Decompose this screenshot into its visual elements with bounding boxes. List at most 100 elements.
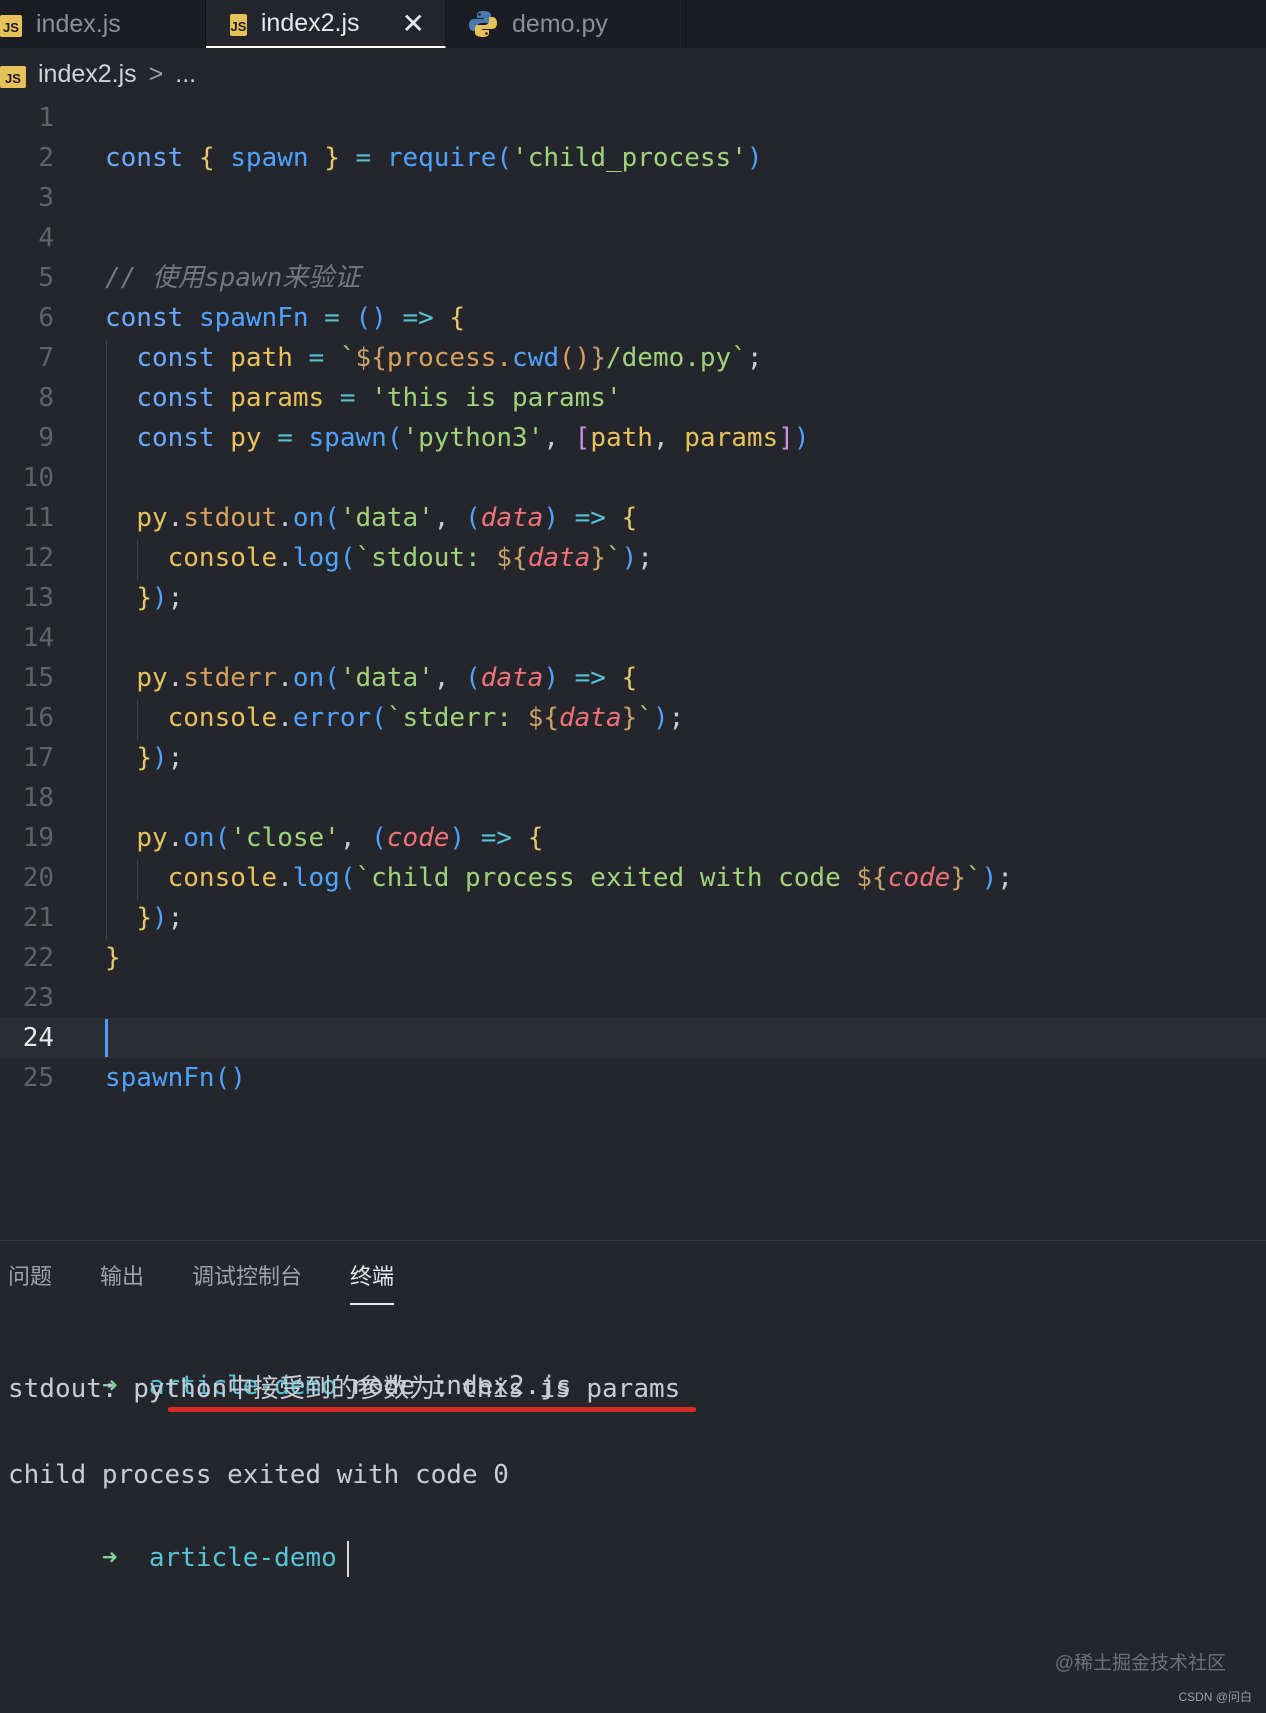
code-line[interactable]: 24: [0, 1018, 1266, 1058]
code-line[interactable]: 6 const spawnFn = () => {: [0, 298, 1266, 338]
tab-label: index.js: [36, 9, 121, 38]
terminal-prompt-line: ➜ article-demo: [8, 1498, 349, 1577]
code-line[interactable]: 18: [0, 778, 1266, 818]
code-editor[interactable]: 1 2 const { spawn } = require('child_proce…: [0, 96, 1266, 1096]
code-text: const { spawn } = require('child_process…: [105, 143, 763, 173]
terminal-stdout-line: stdout: python中接受到的参数为：this is params: [8, 1374, 681, 1404]
line-number: 15: [22, 663, 54, 693]
line-number: 4: [38, 223, 54, 253]
code-text: const py = spawn('python3', [path, param…: [136, 423, 810, 453]
text-cursor: [105, 1019, 108, 1057]
code-line[interactable]: 21 });: [0, 898, 1266, 938]
code-line[interactable]: 22}: [0, 938, 1266, 978]
code-line[interactable]: 17 });: [0, 738, 1266, 778]
line-number: 2: [38, 143, 54, 173]
breadcrumb-more[interactable]: ...: [175, 60, 196, 89]
code-text: py.stderr.on('data', (data) => {: [136, 663, 638, 693]
code-text: // 使用spawn来验证: [105, 263, 361, 293]
code-line[interactable]: 3: [0, 178, 1266, 218]
code-line[interactable]: 14: [0, 618, 1266, 658]
line-number: 1: [38, 103, 54, 133]
code-line[interactable]: 20 console.log(`child process exited wit…: [0, 858, 1266, 898]
red-underline-annotation: [168, 1407, 696, 1412]
indent-guide: [137, 700, 138, 740]
code-text: py.on('close', (code) => {: [136, 823, 544, 853]
watermark-small: CSDN @问白: [1178, 1690, 1252, 1704]
line-number: 19: [22, 823, 54, 853]
line-number: 7: [38, 343, 54, 373]
tab-demo-py[interactable]: demo.py: [446, 0, 686, 48]
tab-label: demo.py: [512, 9, 608, 38]
tab-debug-console[interactable]: 调试控制台: [192, 1259, 302, 1303]
indent-guide: [106, 340, 107, 940]
code-line[interactable]: 15 py.stderr.on('data', (data) => {: [0, 658, 1266, 698]
js-file-icon: JS: [0, 15, 22, 37]
code-line[interactable]: 5 // 使用spawn来验证: [0, 258, 1266, 298]
code-line[interactable]: 9 const py = spawn('python3', [path, par…: [0, 418, 1266, 458]
code-line[interactable]: 10: [0, 458, 1266, 498]
tab-label: index2.js: [260, 8, 360, 37]
code-line[interactable]: 12 console.log(`stdout: ${data}`);: [0, 538, 1266, 578]
line-number: 9: [38, 423, 54, 453]
code-text: const spawnFn = () => {: [105, 303, 466, 333]
line-number: 3: [38, 183, 54, 213]
line-number: 6: [38, 303, 54, 333]
breadcrumb-file[interactable]: index2.js: [38, 60, 137, 89]
line-number: 20: [22, 863, 54, 893]
chevron-right-icon: >: [148, 59, 164, 88]
code-line[interactable]: 13 });: [0, 578, 1266, 618]
indent-guide: [137, 860, 138, 900]
code-text: console.error(`stderr: ${data}`);: [167, 703, 685, 733]
line-number: 11: [22, 503, 54, 533]
indent-guide: [137, 540, 138, 580]
line-number: 14: [22, 623, 54, 653]
breadcrumb: JS index2.js > ...: [0, 52, 196, 96]
terminal-cursor: [346, 1540, 349, 1577]
line-number: 13: [22, 583, 54, 613]
tab-problems[interactable]: 问题: [8, 1259, 52, 1303]
line-number: 22: [22, 943, 54, 973]
code-text: const params = 'this is params': [136, 383, 622, 413]
line-number: 24: [22, 1023, 54, 1053]
editor-tab-bar: JS index.js JS index2.js ✕ demo.py: [0, 0, 1266, 48]
code-line[interactable]: 16 console.error(`stderr: ${data}`);: [0, 698, 1266, 738]
terminal-command-line: ➜ article-demo node index2.js: [8, 1326, 572, 1401]
code-line[interactable]: 1: [0, 98, 1266, 138]
js-file-icon: JS: [0, 66, 26, 88]
prompt-arrow-icon: ➜: [101, 1543, 118, 1573]
code-line[interactable]: 8 const params = 'this is params': [0, 378, 1266, 418]
code-text: });: [136, 583, 184, 613]
code-line[interactable]: 7 const path = `${process.cwd()}/demo.py…: [0, 338, 1266, 378]
close-icon[interactable]: ✕: [402, 7, 425, 40]
line-number: 8: [38, 383, 54, 413]
tab-output[interactable]: 输出: [100, 1259, 144, 1303]
js-file-icon: JS: [230, 14, 247, 36]
prompt-dir: article-demo: [148, 1543, 337, 1573]
code-text: spawnFn(): [105, 1063, 246, 1093]
code-text: py.stdout.on('data', (data) => {: [136, 503, 638, 533]
code-line[interactable]: 2 const { spawn } = require('child_proces…: [0, 138, 1266, 178]
line-number: 12: [22, 543, 54, 573]
code-text: }: [105, 943, 121, 973]
line-number: 21: [22, 903, 54, 933]
code-line[interactable]: 23: [0, 978, 1266, 1018]
line-number: 18: [22, 783, 54, 813]
line-number: 25: [22, 1063, 54, 1093]
line-number: 16: [22, 703, 54, 733]
line-number: 5: [38, 263, 54, 293]
code-line[interactable]: 4: [0, 218, 1266, 258]
tab-index2-js[interactable]: JS index2.js ✕: [206, 0, 446, 48]
code-line[interactable]: 11 py.stdout.on('data', (data) => {: [0, 498, 1266, 538]
tab-index-js[interactable]: JS index.js: [0, 0, 206, 48]
line-number: 17: [22, 743, 54, 773]
code-text: console.log(`child process exited with c…: [167, 863, 1013, 893]
code-line[interactable]: 19 py.on('close', (code) => {: [0, 818, 1266, 858]
tab-terminal[interactable]: 终端: [350, 1259, 395, 1305]
line-number: 23: [22, 983, 54, 1013]
code-text: });: [136, 903, 184, 933]
line-number: 10: [22, 463, 54, 493]
code-text: });: [136, 743, 184, 773]
panel-tabs: 问题 输出 调试控制台 终端: [8, 1259, 442, 1305]
code-line[interactable]: 25 spawnFn(): [0, 1058, 1266, 1098]
bottom-panel: 问题 输出 调试控制台 终端 ➜ article-demo node index…: [0, 1240, 1266, 1713]
